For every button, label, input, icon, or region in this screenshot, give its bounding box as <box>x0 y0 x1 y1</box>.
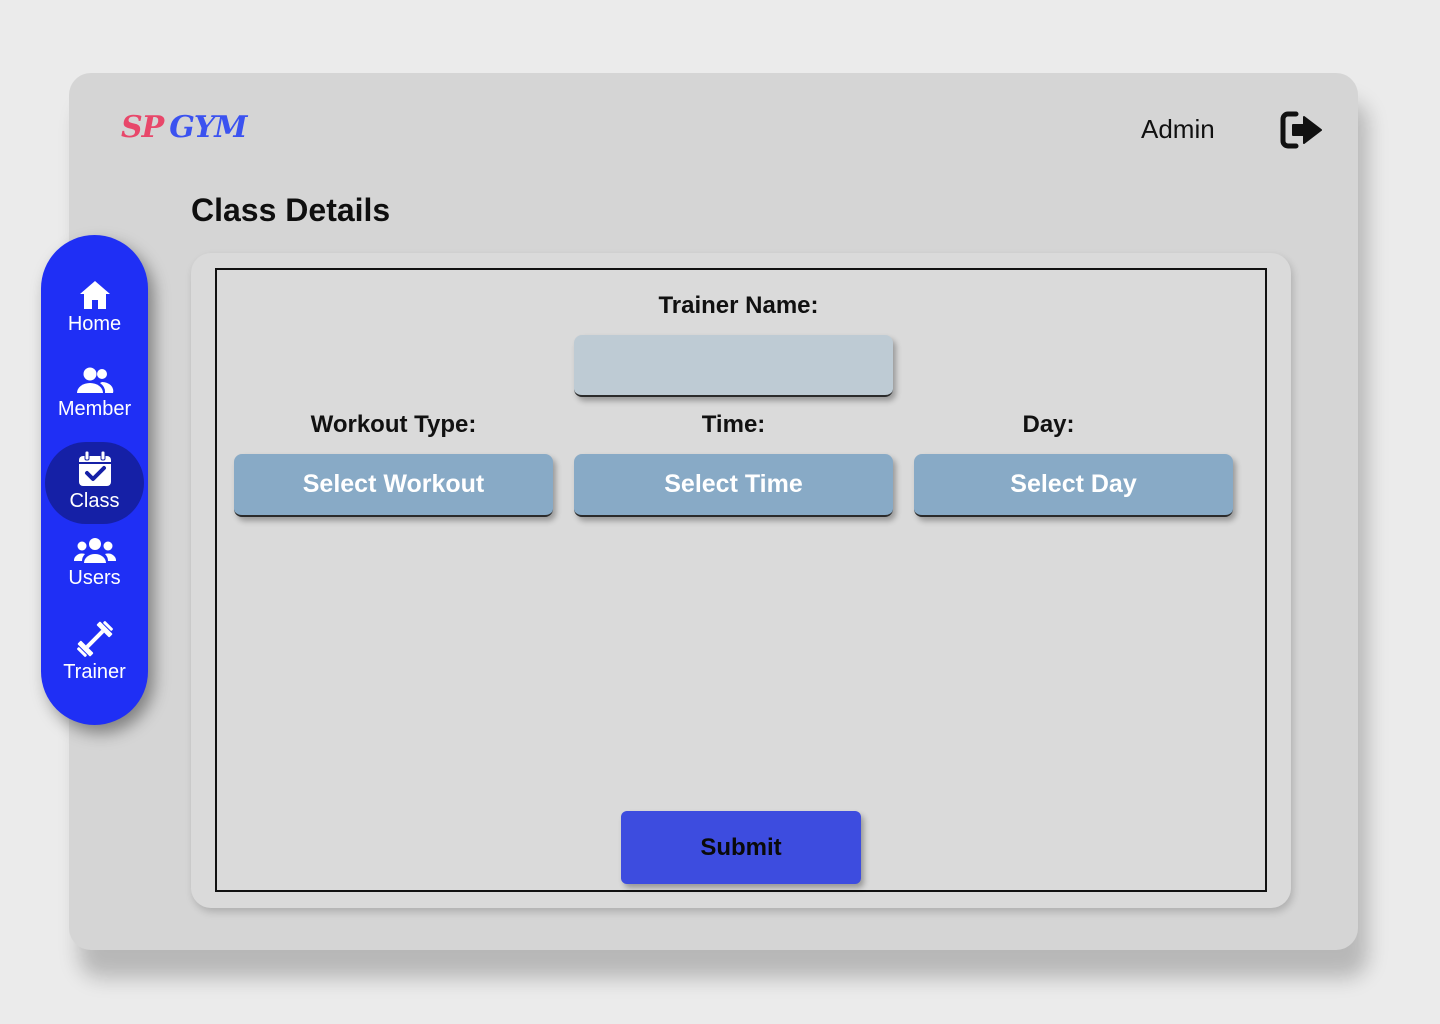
sidebar-item-trainer[interactable]: Trainer <box>41 619 148 684</box>
workout-type-label: Workout Type: <box>310 411 477 438</box>
sidebar-item-label: Class <box>69 490 120 512</box>
select-workout-button[interactable]: Select Workout <box>234 454 553 517</box>
time-label: Time: <box>701 411 766 438</box>
calendar-check-icon <box>78 450 111 486</box>
sidebar-item-users[interactable]: Users <box>41 537 148 590</box>
sidebar-item-label: Users <box>68 567 121 589</box>
brand-logo-part2: GYM <box>169 110 247 145</box>
trainer-name-label: Trainer Name: <box>658 292 819 319</box>
home-icon <box>79 281 110 309</box>
sidebar-nav: Home Member Class Users Trainer <box>41 235 148 725</box>
sidebar-item-label: Trainer <box>63 661 126 683</box>
brand-logo-part1: SP <box>121 110 164 145</box>
sidebar-item-member[interactable]: Member <box>41 366 148 421</box>
submit-button[interactable]: Submit <box>621 811 861 884</box>
sidebar-item-label: Home <box>67 313 122 335</box>
users-group-icon <box>73 538 116 563</box>
dumbbell-icon <box>76 621 113 657</box>
page-title: Class Details <box>191 192 391 228</box>
brand-logo: SP GYM <box>121 110 247 145</box>
select-day-button[interactable]: Select Day <box>914 454 1233 517</box>
user-role-label: Admin <box>1141 114 1215 144</box>
sidebar-item-class[interactable]: Class <box>41 450 148 513</box>
member-icon <box>76 367 113 393</box>
sidebar-item-home[interactable]: Home <box>41 279 148 336</box>
select-time-button[interactable]: Select Time <box>574 454 893 517</box>
day-label: Day: <box>1022 411 1075 438</box>
logout-icon[interactable] <box>1280 110 1324 150</box>
trainer-name-input[interactable] <box>574 335 893 397</box>
sidebar-item-label: Member <box>57 398 132 420</box>
